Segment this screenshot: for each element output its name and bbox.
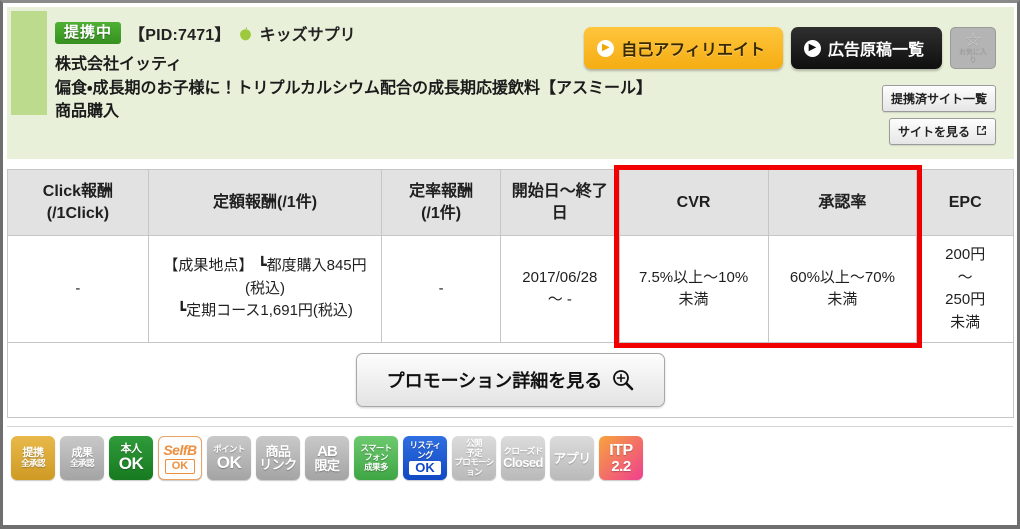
- cell-click-reward: -: [7, 235, 149, 344]
- header-secondary-buttons: 提携済サイト一覧 サイトを見る: [881, 85, 996, 145]
- table-header-row: Click報酬 (/1Click) 定額報酬(/1件) 定率報酬 (/1件) 開…: [7, 168, 1014, 237]
- program-header: 提携中 【PID:7471】 キッズサプリ 株式会社イッティ 偏食・成長期のお子…: [7, 7, 1014, 159]
- epc-line2: ～: [957, 268, 973, 286]
- period-line1: 2017/06/28: [522, 268, 598, 286]
- magnifier-plus-icon: [612, 369, 634, 391]
- view-site-label: サイトを見る: [897, 125, 970, 139]
- badge-selfb-ok[interactable]: SelfB OK: [158, 436, 202, 481]
- partner-sites-label: 提携済サイト一覧: [890, 92, 987, 106]
- epc-line1: 200円: [945, 246, 986, 264]
- col-header-cvr: CVR: [618, 168, 769, 237]
- cell-approval-rate: 60%以上～70% 未満: [767, 235, 918, 344]
- badge-honnin-ok[interactable]: 本人 OK: [109, 436, 153, 481]
- program-stats-table-wrap: Click報酬 (/1Click) 定額報酬(/1件) 定率報酬 (/1件) 開…: [7, 164, 1014, 348]
- badge-shouhin-link[interactable]: 商品 リンク: [256, 436, 300, 481]
- program-detail-page: 提携中 【PID:7471】 キッズサプリ 株式会社イッティ 偏食・成長期のお子…: [0, 0, 1020, 529]
- badge-koukai-yotei[interactable]: 公開 予定 プロモーション: [452, 436, 496, 481]
- cell-rate-reward: -: [381, 235, 501, 344]
- self-affiliate-label: 自己アフィリエイト: [621, 42, 765, 59]
- approval-line2: 未満: [827, 291, 858, 309]
- external-link-icon: [976, 125, 987, 139]
- badge-closed[interactable]: クローズド Closed: [501, 436, 545, 481]
- program-badge-row: 提携 全承認 成果 全承認 本人 OK SelfB OK ポイント OK 商品 …: [11, 436, 1017, 481]
- badge-itp-22[interactable]: ITP 2.2: [599, 436, 643, 481]
- cvr-line2: 未満: [678, 291, 709, 309]
- cvr-line1: 7.5%以上～10%: [638, 268, 749, 286]
- epc-line4: 未満: [950, 313, 981, 331]
- table-row: - 【成果地点】 ┗都度購入845円(税込) ┗定期コース1,691円(税込) …: [7, 235, 1014, 344]
- epc-line3: 250円: [945, 291, 986, 309]
- cell-fixed-reward: 【成果地点】 ┗都度購入845円(税込) ┗定期コース1,691円(税込): [147, 235, 383, 344]
- promotion-detail-label: プロモーション詳細を見る: [386, 371, 603, 392]
- cell-period: 2017/06/28 ～ -: [499, 235, 620, 344]
- badge-smartphone-seikaoo[interactable]: スマート フォン 成果多: [354, 436, 398, 481]
- cell-epc: 200円 ～ 250円 未満: [916, 235, 1014, 344]
- promotion-detail-row: プロモーション詳細を見る: [7, 343, 1014, 419]
- col-header-fixed-reward: 定額報酬(/1件): [147, 168, 383, 237]
- program-stats-table: Click報酬 (/1Click) 定額報酬(/1件) 定率報酬 (/1件) 開…: [7, 168, 1014, 344]
- col-header-click-reward: Click報酬 (/1Click): [7, 168, 149, 237]
- program-header-text: 提携中 【PID:7471】 キッズサプリ 株式会社イッティ 偏食・成長期のお子…: [55, 21, 674, 123]
- header-action-buttons: ▶ 自己アフィリエイト ▶ 広告原稿一覧 ☆ お気に入り: [584, 27, 996, 69]
- col-header-rate-reward: 定率報酬 (/1件): [381, 168, 501, 237]
- chevron-right-icon: ▶: [597, 39, 615, 57]
- badge-ab-gentei[interactable]: AB 限定: [305, 436, 349, 481]
- advertiser-company: 株式会社イッティ: [55, 56, 183, 73]
- period-line2: ～ -: [547, 291, 572, 309]
- col-header-period: 開始日～終了 日: [499, 168, 620, 237]
- col-header-epc: EPC: [916, 168, 1014, 237]
- program-thumbnail: [11, 11, 47, 115]
- chevron-right-icon: ▶: [803, 39, 821, 57]
- program-title-line: 提携中 【PID:7471】 キッズサプリ: [55, 21, 674, 45]
- favorite-label: お気に入り: [959, 48, 987, 64]
- favorite-button[interactable]: ☆ お気に入り: [950, 27, 996, 69]
- ad-materials-label: 広告原稿一覧: [827, 42, 924, 59]
- cell-cvr: 7.5%以上～10% 未満: [618, 235, 769, 344]
- col-header-approval-rate: 承認率: [767, 168, 918, 237]
- fixed-reward-line2: ┗定期コース1,691円(税込): [177, 302, 353, 320]
- program-pid: 【PID:7471】: [129, 27, 231, 44]
- program-category: キッズサプリ: [259, 27, 356, 44]
- self-affiliate-button[interactable]: ▶ 自己アフィリエイト: [584, 27, 783, 69]
- promotion-title: 偏食・成長期のお子様に！トリプルカルシウム配合の成長期応援飲料【アスミール】 商…: [55, 80, 652, 120]
- status-badge: 提携中: [55, 22, 122, 44]
- divider: [7, 426, 1013, 428]
- star-icon: ☆: [964, 29, 982, 51]
- badge-teikei-zenshounin[interactable]: 提携 全承認: [11, 436, 55, 481]
- view-site-button[interactable]: サイトを見る: [888, 118, 996, 145]
- badge-listing-ok[interactable]: リスティ ング OK: [403, 436, 447, 481]
- ad-materials-button[interactable]: ▶ 広告原稿一覧: [790, 27, 942, 69]
- badge-seika-zenshounin[interactable]: 成果 全承認: [60, 436, 104, 481]
- badge-point-ok[interactable]: ポイント OK: [207, 436, 251, 481]
- approval-line1: 60%以上～70%: [789, 268, 895, 286]
- fixed-reward-line1: 【成果地点】 ┗都度購入845円(税込): [163, 257, 367, 297]
- partner-sites-button[interactable]: 提携済サイト一覧: [881, 85, 996, 112]
- badge-app[interactable]: アプリ: [550, 436, 594, 481]
- apple-icon: [239, 27, 252, 41]
- promotion-detail-button[interactable]: プロモーション詳細を見る: [355, 353, 666, 408]
